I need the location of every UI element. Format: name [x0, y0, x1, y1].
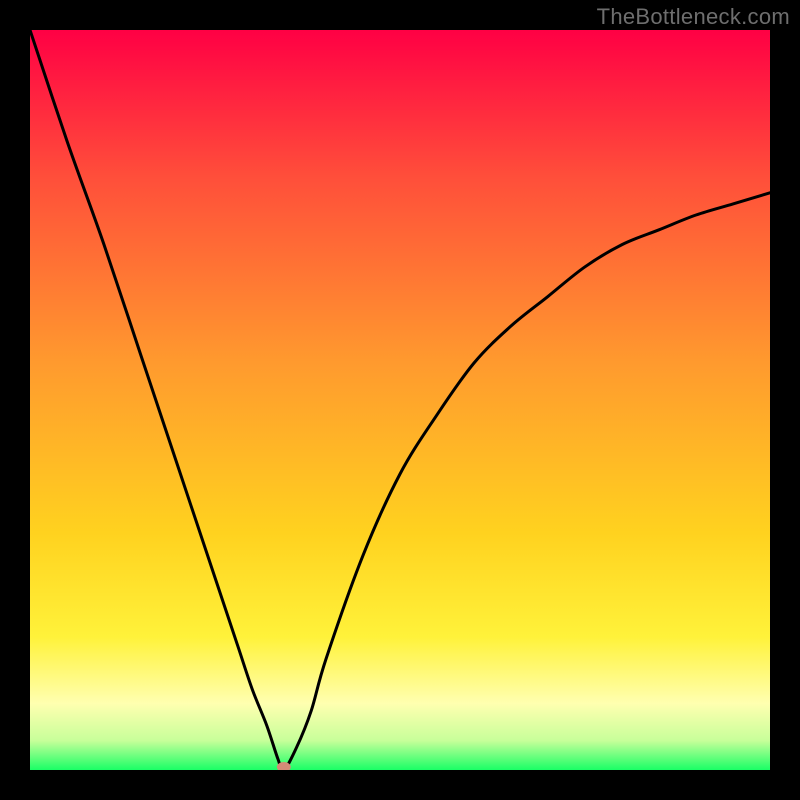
chart-frame: TheBottleneck.com [0, 0, 800, 800]
watermark-text: TheBottleneck.com [597, 4, 790, 30]
bottleneck-chart [30, 30, 770, 770]
gradient-bg [30, 30, 770, 770]
